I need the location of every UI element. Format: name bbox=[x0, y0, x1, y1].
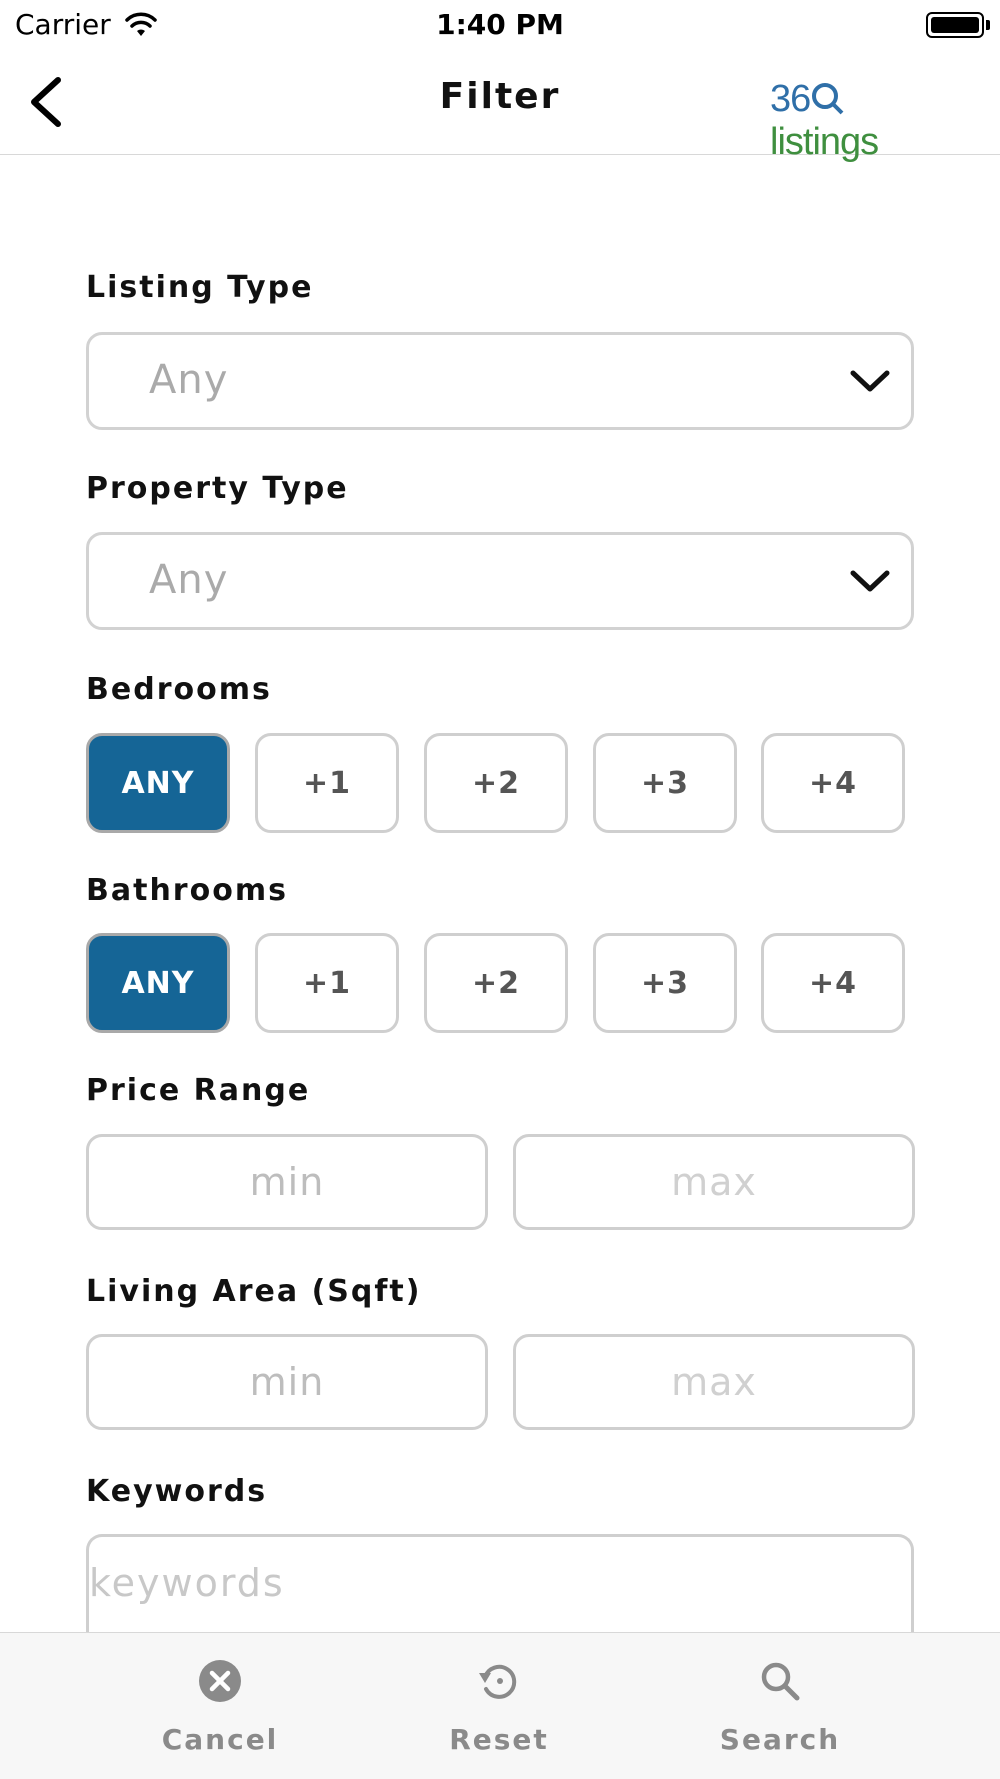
status-time: 1:40 PM bbox=[436, 8, 564, 41]
status-bar: Carrier 1:40 PM bbox=[0, 0, 1000, 50]
property-type-select[interactable]: Any bbox=[86, 532, 914, 630]
bathrooms-label: Bathrooms bbox=[86, 873, 288, 908]
property-type-value: Any bbox=[149, 557, 229, 603]
bathrooms-option-1[interactable]: +1 bbox=[255, 933, 399, 1033]
listing-type-select[interactable]: Any bbox=[86, 332, 914, 430]
chevron-down-icon bbox=[850, 570, 890, 592]
bedrooms-option-4[interactable]: +4 bbox=[761, 733, 905, 833]
bathrooms-option-2[interactable]: +2 bbox=[424, 933, 568, 1033]
keywords-input[interactable]: keywords bbox=[86, 1534, 914, 1634]
price-range-label: Price Range bbox=[86, 1073, 311, 1108]
price-max-input[interactable]: max bbox=[513, 1134, 915, 1230]
search-icon bbox=[761, 1662, 800, 1701]
chevron-down-icon bbox=[850, 370, 890, 392]
reset-label: Reset bbox=[449, 1723, 549, 1756]
bedrooms-option-2[interactable]: +2 bbox=[424, 733, 568, 833]
keywords-placeholder: keywords bbox=[89, 1561, 285, 1605]
close-circle-icon bbox=[199, 1660, 241, 1702]
bottom-action-bar: Cancel Reset Search bbox=[0, 1632, 1000, 1779]
living-area-min-input[interactable]: min bbox=[86, 1334, 488, 1430]
price-min-input[interactable]: min bbox=[86, 1134, 488, 1230]
bathrooms-option-any[interactable]: ANY bbox=[86, 933, 230, 1033]
reset-icon bbox=[479, 1664, 517, 1699]
bedrooms-options: ANY +1 +2 +3 +4 bbox=[86, 733, 916, 833]
search-button[interactable]: Search bbox=[680, 1633, 880, 1779]
living-area-label: Living Area (Sqft) bbox=[86, 1274, 422, 1309]
nav-bar: Filter 36listings bbox=[0, 50, 1000, 163]
property-type-label: Property Type bbox=[86, 471, 349, 506]
bathrooms-options: ANY +1 +2 +3 +4 bbox=[86, 933, 916, 1033]
bedrooms-option-1[interactable]: +1 bbox=[255, 733, 399, 833]
battery-icon bbox=[926, 12, 984, 38]
battery-cap bbox=[986, 20, 990, 30]
search-label: Search bbox=[719, 1723, 841, 1756]
bathrooms-option-4[interactable]: +4 bbox=[761, 933, 905, 1033]
brand-logo: 36listings bbox=[770, 78, 879, 163]
keywords-label: Keywords bbox=[86, 1474, 268, 1509]
logo-magnifier-icon bbox=[812, 83, 844, 115]
bedrooms-option-any[interactable]: ANY bbox=[86, 733, 230, 833]
living-area-max-input[interactable]: max bbox=[513, 1334, 915, 1430]
bedrooms-label: Bedrooms bbox=[86, 672, 272, 707]
listing-type-value: Any bbox=[149, 357, 229, 403]
cancel-button[interactable]: Cancel bbox=[120, 1633, 320, 1779]
listing-type-label: Listing Type bbox=[86, 270, 314, 305]
reset-button[interactable]: Reset bbox=[399, 1633, 599, 1779]
bedrooms-option-3[interactable]: +3 bbox=[593, 733, 737, 833]
bathrooms-option-3[interactable]: +3 bbox=[593, 933, 737, 1033]
cancel-label: Cancel bbox=[161, 1723, 279, 1756]
